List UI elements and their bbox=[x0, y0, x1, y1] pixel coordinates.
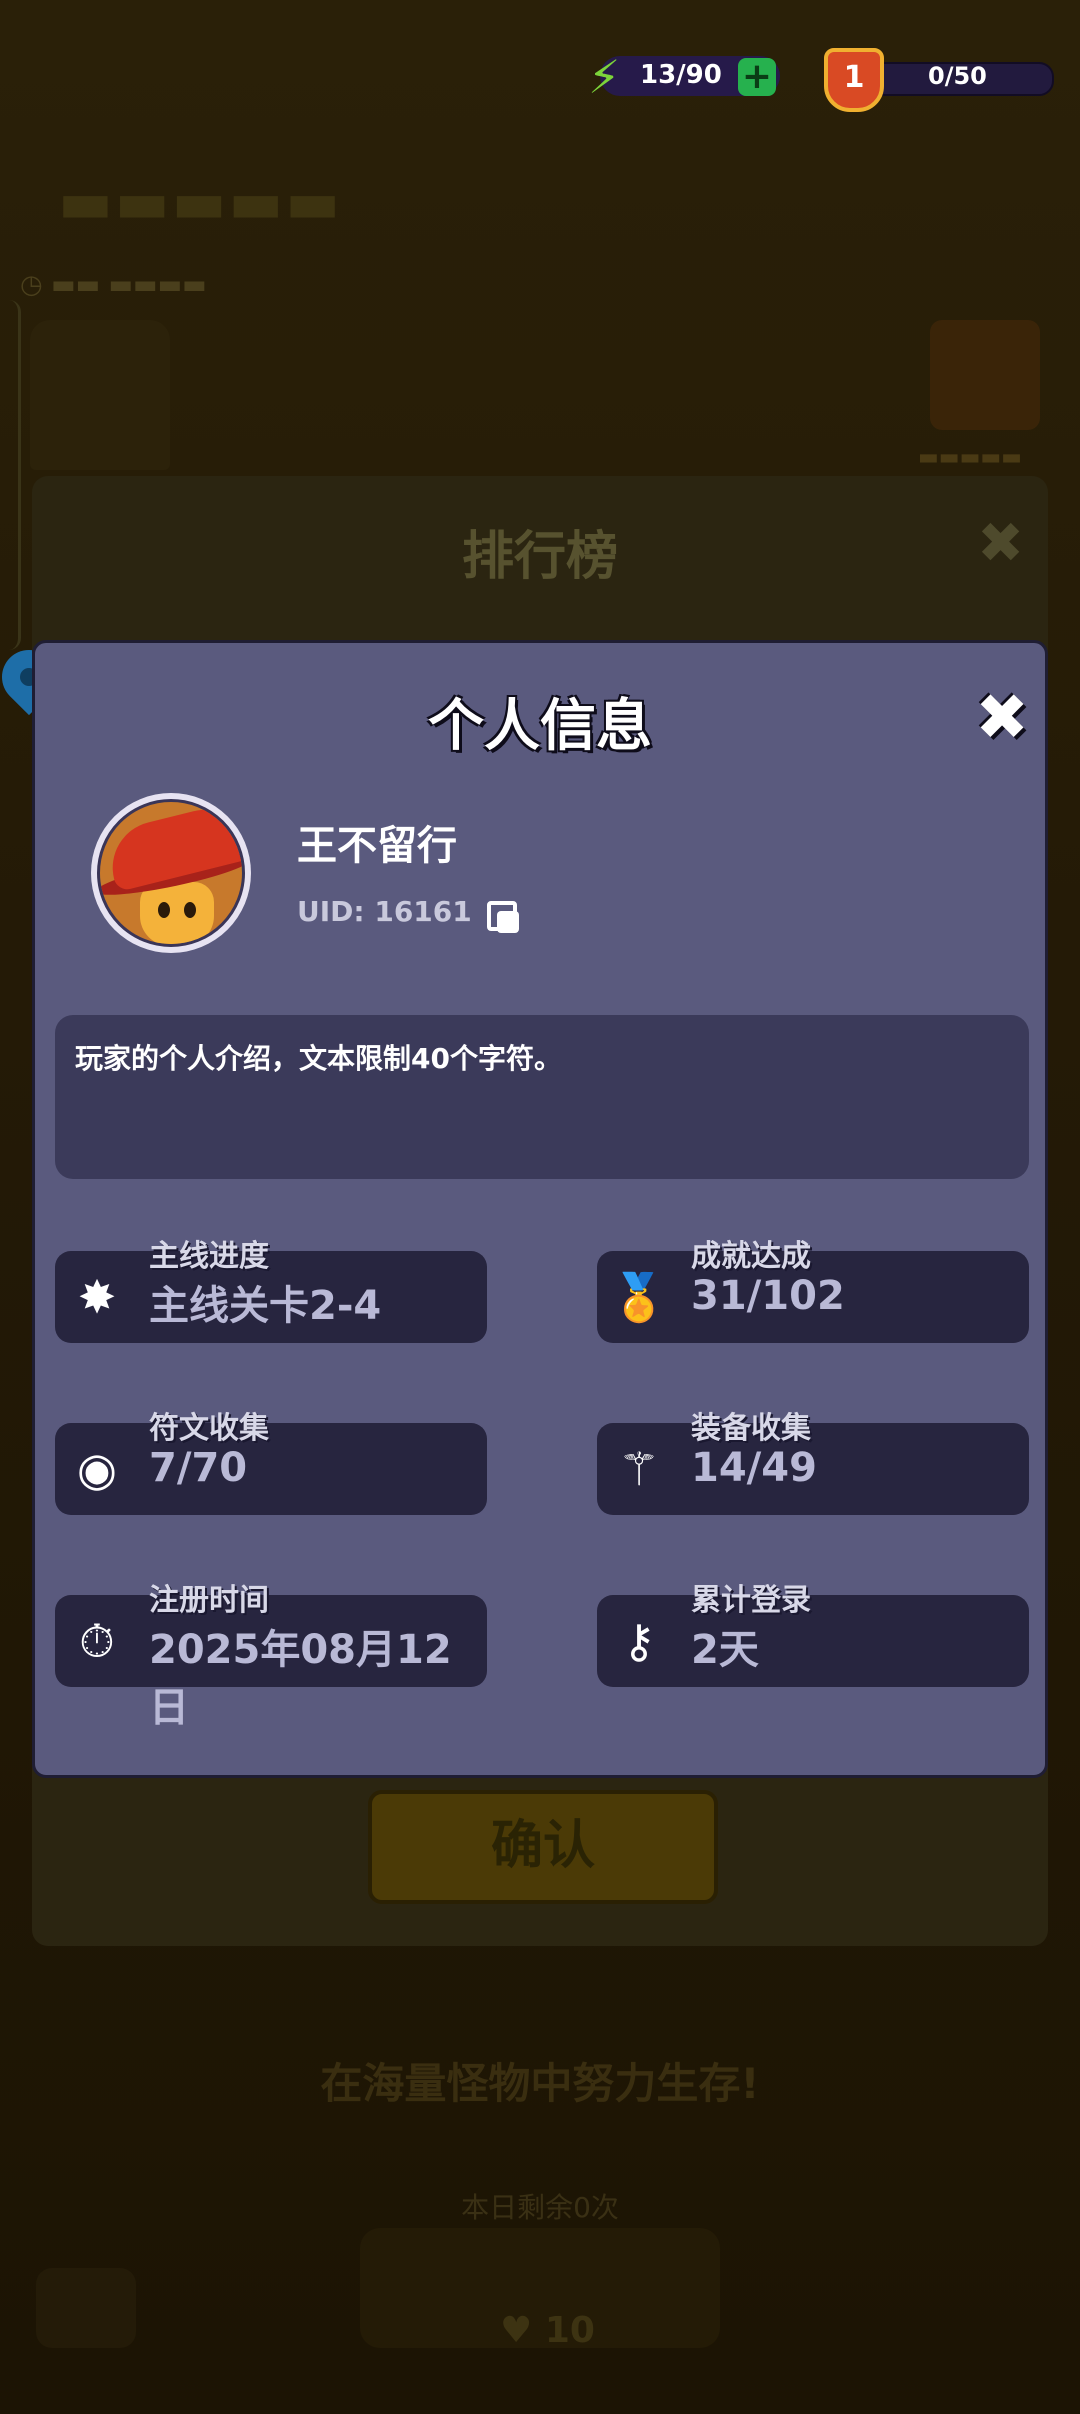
stat-value: 2天 bbox=[691, 1627, 759, 1673]
stat-label: 装备收集 bbox=[691, 1411, 811, 1446]
avatar[interactable] bbox=[91, 793, 251, 953]
background-remaining-count: 本日剩余0次 bbox=[461, 2191, 619, 2224]
gift-chest-icon bbox=[930, 320, 1040, 430]
avatar-eye-left bbox=[158, 902, 170, 918]
rune-stone-icon: ◉ bbox=[76, 1442, 118, 1496]
stat-label: 注册时间 bbox=[149, 1583, 269, 1618]
background-cost: ♥ 10 bbox=[500, 2310, 595, 2351]
avatar-face bbox=[140, 882, 214, 944]
stat-main-progress: ✸ 主线进度 主线关卡2-4 bbox=[55, 1239, 487, 1343]
player-uid: UID: 16161 bbox=[297, 895, 472, 928]
stat-value: 31/102 bbox=[691, 1273, 845, 1319]
stat-value: 14/49 bbox=[691, 1445, 817, 1491]
background-back-button bbox=[36, 2268, 136, 2348]
intro-text: 玩家的个人介绍，文本限制40个字符。 bbox=[75, 1042, 562, 1075]
stat-value: 7/70 bbox=[149, 1445, 248, 1491]
background-chest-label: ▬▬▬▬▬ bbox=[918, 445, 1022, 470]
stopwatch-icon: ⏱ bbox=[79, 1614, 115, 1668]
stat-register-date: ⏱ 注册时间 2025年08月12日 bbox=[55, 1583, 487, 1731]
close-icon[interactable]: ✖ bbox=[967, 683, 1037, 753]
starburst-icon: ✸ bbox=[77, 1270, 117, 1324]
stat-value: 主线关卡2-4 bbox=[149, 1283, 382, 1329]
level-progress-text: 0/50 bbox=[928, 62, 987, 90]
stat-equipment: ⚚ 装备收集 14/49 bbox=[597, 1411, 1029, 1515]
lightning-icon: ⚡ bbox=[588, 50, 621, 104]
avatar-eye-right bbox=[184, 902, 196, 918]
background-hero-portrait bbox=[30, 320, 170, 470]
stat-value: 2025年08月12日 bbox=[149, 1627, 452, 1731]
profile-dialog: 个人信息 ✖ 王不留行 UID: 16161 玩家的个人介绍，文本限制40个字符… bbox=[32, 640, 1048, 1778]
stat-label: 成就达成 bbox=[691, 1239, 811, 1274]
background-slogan: 在海量怪物中努力生存! bbox=[320, 2059, 760, 2108]
stat-runes: ◉ 符文收集 7/70 bbox=[55, 1411, 487, 1515]
background-event-title: ▬▬▬▬▬ bbox=[58, 168, 342, 236]
background-timer: ◷ ▬▬ ▬▬▬▬ bbox=[20, 270, 207, 300]
intro-box: 玩家的个人介绍，文本限制40个字符。 bbox=[55, 1015, 1029, 1179]
medal-icon: 🏅 bbox=[610, 1270, 668, 1324]
energy-count: 13/90 bbox=[640, 60, 722, 90]
stat-label: 主线进度 bbox=[149, 1239, 269, 1274]
stat-achievements: 🏅 成就达成 31/102 bbox=[597, 1239, 1029, 1343]
stat-label: 累计登录 bbox=[691, 1583, 811, 1618]
stat-label: 符文收集 bbox=[149, 1411, 269, 1446]
staff-icon: ⚚ bbox=[618, 1442, 660, 1496]
shield-level-icon: 1 bbox=[824, 48, 884, 112]
player-name: 王不留行 bbox=[297, 823, 457, 869]
leaderboard-close-icon: ✖ bbox=[977, 511, 1024, 576]
copy-icon[interactable] bbox=[483, 897, 523, 937]
profile-title: 个人信息 bbox=[428, 694, 652, 759]
avatar-image bbox=[97, 799, 245, 947]
background-cost-value: 10 bbox=[544, 2310, 595, 2351]
key-icon: ⚷ bbox=[622, 1614, 656, 1668]
leaderboard-title: 排行榜 bbox=[461, 527, 618, 587]
confirm-button: 确认 bbox=[368, 1790, 718, 1904]
stat-login-days: ⚷ 累计登录 2天 bbox=[597, 1583, 1029, 1687]
background-side-panel bbox=[0, 300, 21, 650]
add-energy-button[interactable]: + bbox=[738, 58, 776, 96]
